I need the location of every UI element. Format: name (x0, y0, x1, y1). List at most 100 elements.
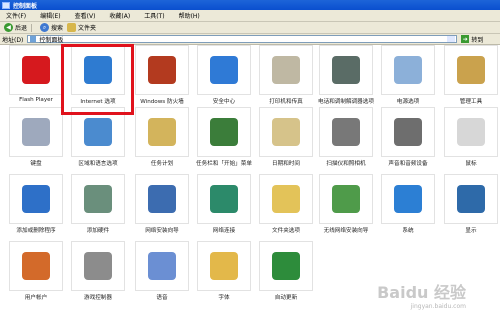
control-panel-item[interactable]: 语音 (131, 241, 193, 305)
control-panel-item[interactable]: 任务栏和「开始」菜单 (193, 107, 255, 171)
control-panel-item[interactable]: 键盘 (5, 107, 67, 171)
item-label: 安全中心 (212, 99, 236, 105)
go-arrow-icon: ➜ (461, 35, 470, 43)
keyboard-icon (22, 118, 50, 146)
watermark: Baidu 经验 jingyan.baidu.com (377, 279, 466, 310)
control-panel-item[interactable]: 打印机和传真 (255, 45, 317, 109)
back-button[interactable]: ◀ 后退 (4, 23, 27, 32)
toolbar-separator (31, 23, 33, 32)
menu-file[interactable]: 文件(F) (6, 11, 26, 20)
item-tile (381, 107, 435, 157)
control-panel-item[interactable]: 日期和时间 (255, 107, 317, 171)
date-time-icon (272, 118, 300, 146)
menu-edit[interactable]: 编辑(E) (40, 11, 60, 20)
item-label: 任务计划 (150, 161, 174, 167)
automatic-updates-icon (272, 252, 300, 280)
folders-button[interactable]: 文件夹 (67, 23, 96, 32)
item-tile (135, 107, 189, 157)
item-label: 键盘 (30, 161, 42, 167)
control-panel-item[interactable]: 网络连接 (193, 174, 255, 238)
menu-favorites[interactable]: 收藏(A) (109, 11, 130, 20)
item-label: 文件夹选项 (272, 228, 300, 234)
item-tile (197, 241, 251, 291)
control-panel-item[interactable]: 添加硬件 (67, 174, 129, 238)
control-panel-item[interactable]: 添加或删除程序 (5, 174, 67, 238)
toolbar: ◀ 后退 ⌕ 搜索 文件夹 (0, 22, 500, 34)
menu-bar: 文件(F) 编辑(E) 查看(V) 收藏(A) 工具(T) 帮助(H) (0, 10, 500, 22)
task-scheduler-icon (148, 118, 176, 146)
printer-icon (272, 56, 300, 84)
item-label: 打印机和传真 (269, 99, 303, 105)
control-panel-item[interactable]: 扫描仪和照相机 (315, 107, 377, 171)
item-label: 字体 (218, 295, 230, 301)
item-label: 声音和音频设备 (388, 161, 428, 167)
control-panel-item[interactable]: Windows 防火墙 (131, 45, 193, 109)
menu-view[interactable]: 查看(V) (75, 11, 96, 20)
item-tile (9, 241, 63, 291)
folders-label: 文件夹 (78, 25, 97, 32)
user-accounts-icon (22, 252, 50, 280)
item-label: 任务栏和「开始」菜单 (196, 161, 252, 167)
control-panel-item[interactable]: 任务计划 (131, 107, 193, 171)
go-label: 转到 (471, 36, 484, 44)
control-panel-item[interactable]: 管理工具 (440, 45, 500, 109)
folder-options-icon (272, 185, 300, 213)
item-tile (319, 107, 373, 157)
control-panel-small-icon (30, 36, 37, 42)
item-tile (197, 45, 251, 95)
item-label: 系统 (402, 228, 414, 234)
item-label: 日期和时间 (272, 161, 300, 167)
search-button[interactable]: ⌕ 搜索 (40, 23, 63, 32)
flash-icon (22, 56, 50, 84)
mouse-icon (457, 118, 485, 146)
control-panel-item[interactable]: 网络安装向导 (131, 174, 193, 238)
sound-icon (394, 118, 422, 146)
control-panel-item[interactable]: 无线网络安装向导 (315, 174, 377, 238)
menu-help[interactable]: 帮助(H) (179, 11, 200, 20)
control-panel-item[interactable]: 自动更新 (255, 241, 317, 305)
address-value: 控制面板 (39, 36, 64, 44)
item-label: 区域和语言选项 (78, 161, 118, 167)
wireless-setup-icon (332, 185, 360, 213)
control-panel-item[interactable]: 电话和调制解调器选项 (315, 45, 377, 109)
game-controller-icon (84, 252, 112, 280)
control-panel-item[interactable]: 安全中心 (193, 45, 255, 109)
item-tile (9, 45, 63, 95)
item-label: 电话和调制解调器选项 (318, 99, 374, 105)
control-panel-item[interactable]: 文件夹选项 (255, 174, 317, 238)
control-panel-item[interactable]: 电源选项 (377, 45, 439, 109)
item-tile (135, 241, 189, 291)
item-tile (259, 174, 313, 224)
control-panel-item[interactable]: 鼠标 (440, 107, 500, 171)
network-setup-icon (148, 185, 176, 213)
control-panel-item[interactable]: Flash Player (5, 45, 67, 109)
add-remove-programs-icon (22, 185, 50, 213)
item-label: 无线网络安装向导 (323, 228, 369, 234)
address-label: 地址(D) (2, 36, 24, 44)
control-panel-item[interactable]: 用户帐户 (5, 241, 67, 305)
display-icon (457, 185, 485, 213)
address-input[interactable]: 控制面板 (27, 35, 458, 44)
add-hardware-icon (84, 185, 112, 213)
speech-icon (148, 252, 176, 280)
control-panel-item[interactable]: 系统 (377, 174, 439, 238)
menu-tools[interactable]: 工具(T) (144, 11, 164, 20)
item-label: 用户帐户 (24, 295, 48, 301)
item-tile (381, 174, 435, 224)
go-button[interactable]: ➜ 转到 (461, 35, 483, 44)
control-panel-item[interactable]: 游戏控制器 (67, 241, 129, 305)
address-dropdown-icon[interactable] (447, 36, 456, 42)
admin-tools-icon (457, 56, 485, 84)
item-label: 扫描仪和照相机 (326, 161, 366, 167)
control-panel-item[interactable]: 显示 (440, 174, 500, 238)
item-tile (259, 107, 313, 157)
control-panel-item[interactable]: 字体 (193, 241, 255, 305)
title-bar: 控制面板 (0, 0, 500, 10)
item-label: Windows 防火墙 (140, 99, 184, 105)
control-panel-item[interactable]: 声音和音频设备 (377, 107, 439, 171)
watermark-brand: Baidu 经验 (377, 283, 466, 302)
region-language-icon (84, 118, 112, 146)
phone-modem-icon (332, 56, 360, 84)
item-tile (444, 107, 498, 157)
control-panel-item[interactable]: 区域和语言选项 (67, 107, 129, 171)
